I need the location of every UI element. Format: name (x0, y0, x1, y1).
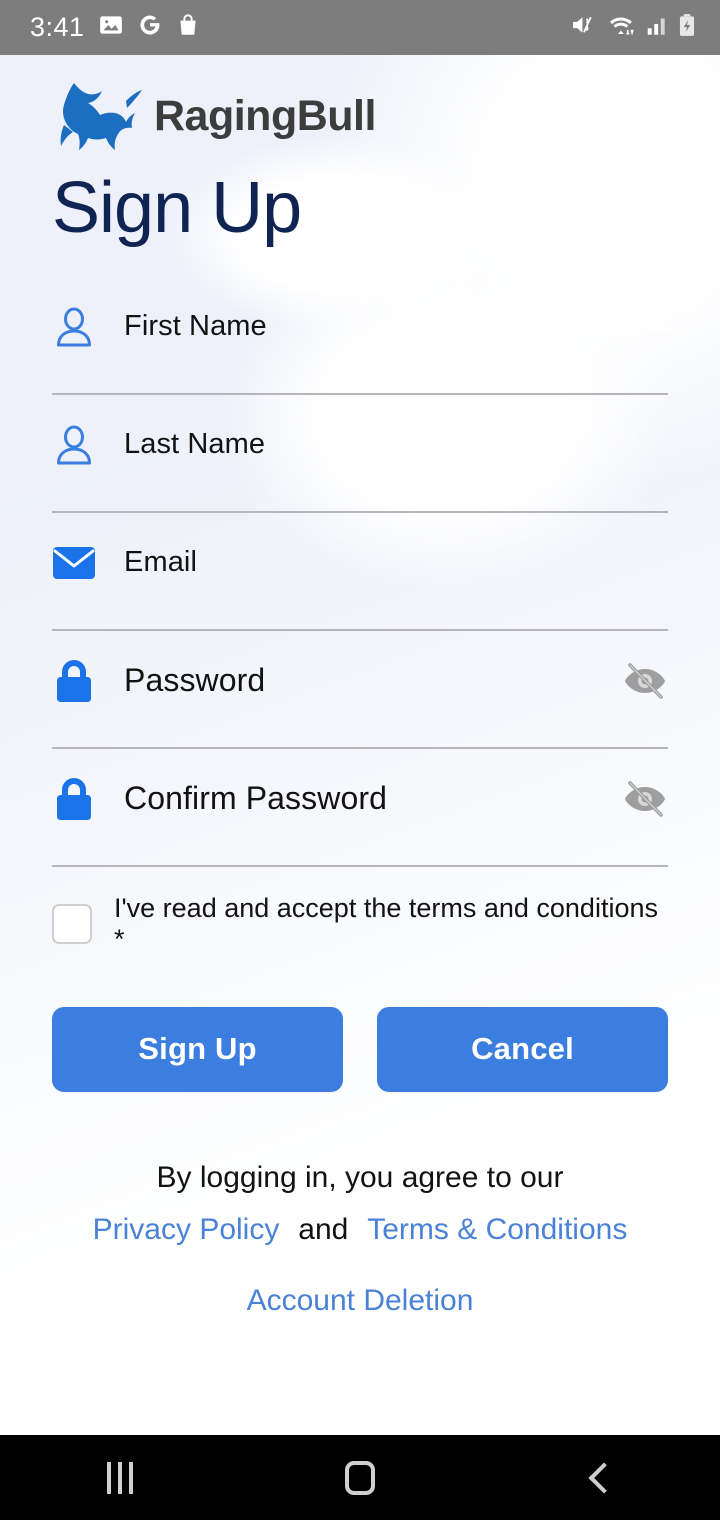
envelope-icon (52, 541, 96, 585)
bull-logo-icon (60, 83, 142, 150)
eye-off-icon[interactable] (622, 658, 668, 704)
person-icon (52, 305, 96, 349)
home-icon (345, 1460, 375, 1495)
field-email[interactable]: Email (52, 513, 668, 631)
terms-checkbox[interactable] (52, 903, 92, 944)
lock-icon (52, 659, 96, 703)
action-buttons: Sign Up Cancel (52, 1006, 668, 1092)
sign-up-button[interactable]: Sign Up (52, 1006, 343, 1092)
privacy-policy-link[interactable]: Privacy Policy (93, 1213, 280, 1246)
field-first-name[interactable]: First Name (52, 277, 668, 395)
back-chevron-icon (588, 1461, 620, 1494)
shopping-bag-icon (176, 12, 200, 43)
page-title: Sign Up (52, 168, 302, 248)
field-confirm-password[interactable]: Confirm Password (52, 749, 668, 867)
legal-footer: By logging in, you agree to our Privacy … (52, 1154, 668, 1326)
legal-line-2: Privacy Policy and Terms & Conditions (52, 1206, 668, 1255)
legal-line-1: By logging in, you agree to our (52, 1154, 668, 1203)
phone-screen: 3:41 RagingBull Sign Up First Name Last … (0, 0, 720, 1520)
legal-line-3: Account Deletion (52, 1277, 668, 1326)
recents-button[interactable] (0, 1435, 240, 1520)
page-content: RagingBull Sign Up First Name Last Name … (0, 55, 720, 1435)
back-button[interactable] (480, 1435, 720, 1520)
person-icon (52, 423, 96, 467)
cancel-button[interactable]: Cancel (377, 1006, 668, 1092)
terms-row[interactable]: I've read and accept the terms and condi… (52, 893, 668, 955)
field-password[interactable]: Password (52, 631, 668, 749)
recents-icon (107, 1461, 133, 1494)
lock-icon (52, 777, 96, 821)
status-bar-clock: 3:41 (30, 12, 85, 42)
status-bar: 3:41 (0, 0, 720, 55)
account-deletion-link[interactable]: Account Deletion (247, 1284, 474, 1317)
content-inner: RagingBull Sign Up First Name Last Name … (0, 55, 720, 1435)
brand-logo: RagingBull (52, 55, 668, 151)
terms-label: I've read and accept the terms and condi… (114, 892, 658, 954)
field-label-password: Password (124, 662, 266, 699)
status-bar-left: 3:41 (30, 12, 200, 43)
field-last-name[interactable]: Last Name (52, 395, 668, 513)
status-bar-right (571, 12, 696, 43)
terms-conditions-link[interactable]: Terms & Conditions (367, 1213, 627, 1246)
signup-form: First Name Last Name Email Password Conf… (52, 277, 668, 1326)
and-text: and (298, 1213, 349, 1247)
field-label-last-name: Last Name (124, 428, 266, 461)
agree-text: By logging in, you agree to our (156, 1160, 564, 1194)
google-icon (137, 12, 163, 43)
photos-icon (98, 12, 124, 43)
eye-off-icon[interactable] (622, 776, 668, 822)
field-label-first-name: First Name (124, 310, 267, 343)
field-label-email: Email (124, 546, 198, 579)
android-nav-bar (0, 1435, 720, 1520)
field-label-confirm-password: Confirm Password (124, 780, 388, 817)
battery-charging-icon (678, 12, 696, 43)
wifi-icon (607, 12, 637, 43)
brand-name: RagingBull (154, 91, 376, 140)
cellular-signal-icon (646, 12, 669, 43)
field-underline (52, 864, 668, 867)
home-button[interactable] (240, 1435, 480, 1520)
mute-vibrate-icon (571, 12, 598, 43)
